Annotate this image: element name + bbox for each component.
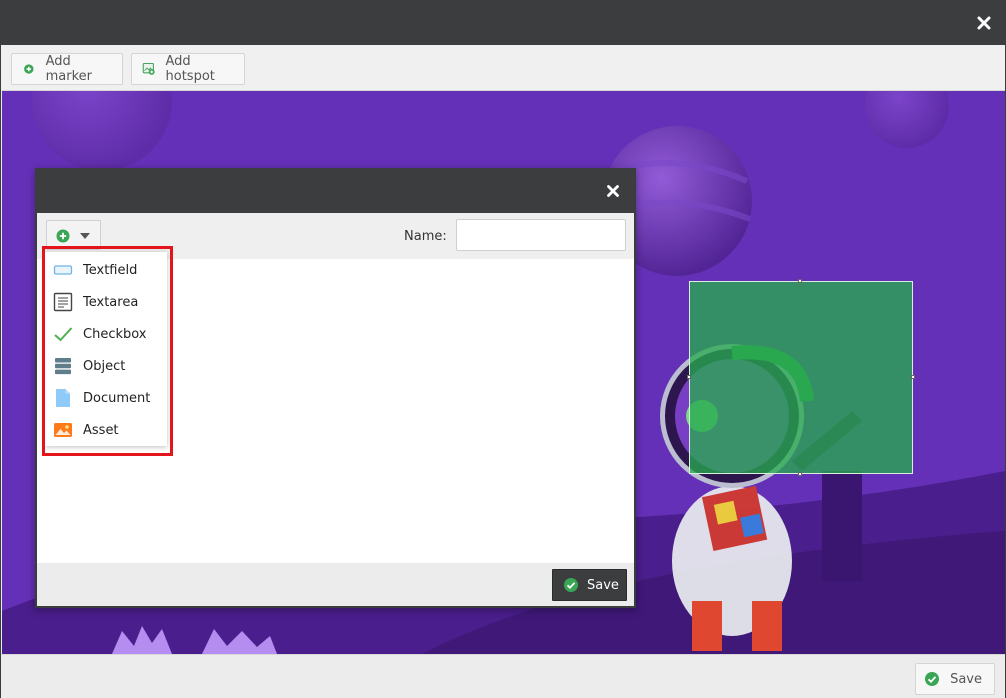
editor-footer: Save [1, 654, 1005, 698]
checkbox-icon [54, 327, 73, 342]
save-button[interactable]: Save [915, 663, 995, 695]
menu-item-document[interactable]: Document [45, 382, 167, 414]
menu-item-asset[interactable]: Asset [45, 414, 167, 446]
menu-item-label: Textfield [83, 262, 138, 278]
add-marker-label: Add marker [45, 54, 92, 84]
document-icon [56, 389, 70, 407]
dialog-save-label: Save [587, 577, 619, 593]
menu-item-label: Textarea [83, 294, 139, 310]
dialog-footer: Save [37, 563, 634, 606]
checkmark-circle-icon [925, 672, 940, 686]
close-icon[interactable] [606, 184, 620, 198]
hotspot-rectangle[interactable] [687, 279, 915, 476]
add-circle-icon [24, 64, 34, 74]
add-hotspot-button[interactable]: Add hotspot [131, 53, 245, 85]
close-icon[interactable] [975, 14, 993, 32]
save-label: Save [950, 671, 982, 687]
checkmark-circle-icon [564, 578, 578, 592]
name-input[interactable] [456, 219, 626, 251]
menu-item-label: Object [83, 358, 126, 374]
object-icon [55, 358, 71, 375]
add-circle-icon [56, 229, 70, 243]
textfield-icon [53, 265, 73, 275]
chevron-down-icon [80, 233, 90, 239]
add-image-icon [142, 62, 155, 75]
add-hotspot-label: Add hotspot [165, 54, 215, 84]
textarea-icon [53, 292, 73, 312]
resize-handle[interactable] [798, 279, 802, 283]
menu-item-textfield[interactable]: Textfield [45, 254, 167, 286]
resize-handle[interactable] [798, 472, 802, 476]
window-titlebar [1, 1, 1005, 45]
dialog-titlebar [37, 170, 634, 213]
menu-item-checkbox[interactable]: Checkbox [45, 318, 167, 350]
menu-item-object[interactable]: Object [45, 350, 167, 382]
menu-item-label: Document [83, 390, 151, 406]
name-label: Name: [404, 229, 447, 244]
resize-handle[interactable] [911, 375, 915, 379]
add-marker-button[interactable]: Add marker [11, 53, 123, 85]
menu-item-label: Checkbox [83, 326, 147, 342]
add-field-dropdown-button[interactable] [46, 220, 101, 250]
menu-item-textarea[interactable]: Textarea [45, 286, 167, 318]
asset-icon [54, 423, 72, 437]
resize-handle[interactable] [687, 375, 691, 379]
editor-toolbar: Add marker Add hotspot [1, 45, 1005, 91]
menu-item-label: Asset [83, 422, 119, 438]
dialog-save-button[interactable]: Save [552, 569, 627, 601]
add-field-menu: Textfield Textarea Checkbox Object Docum… [45, 252, 167, 446]
